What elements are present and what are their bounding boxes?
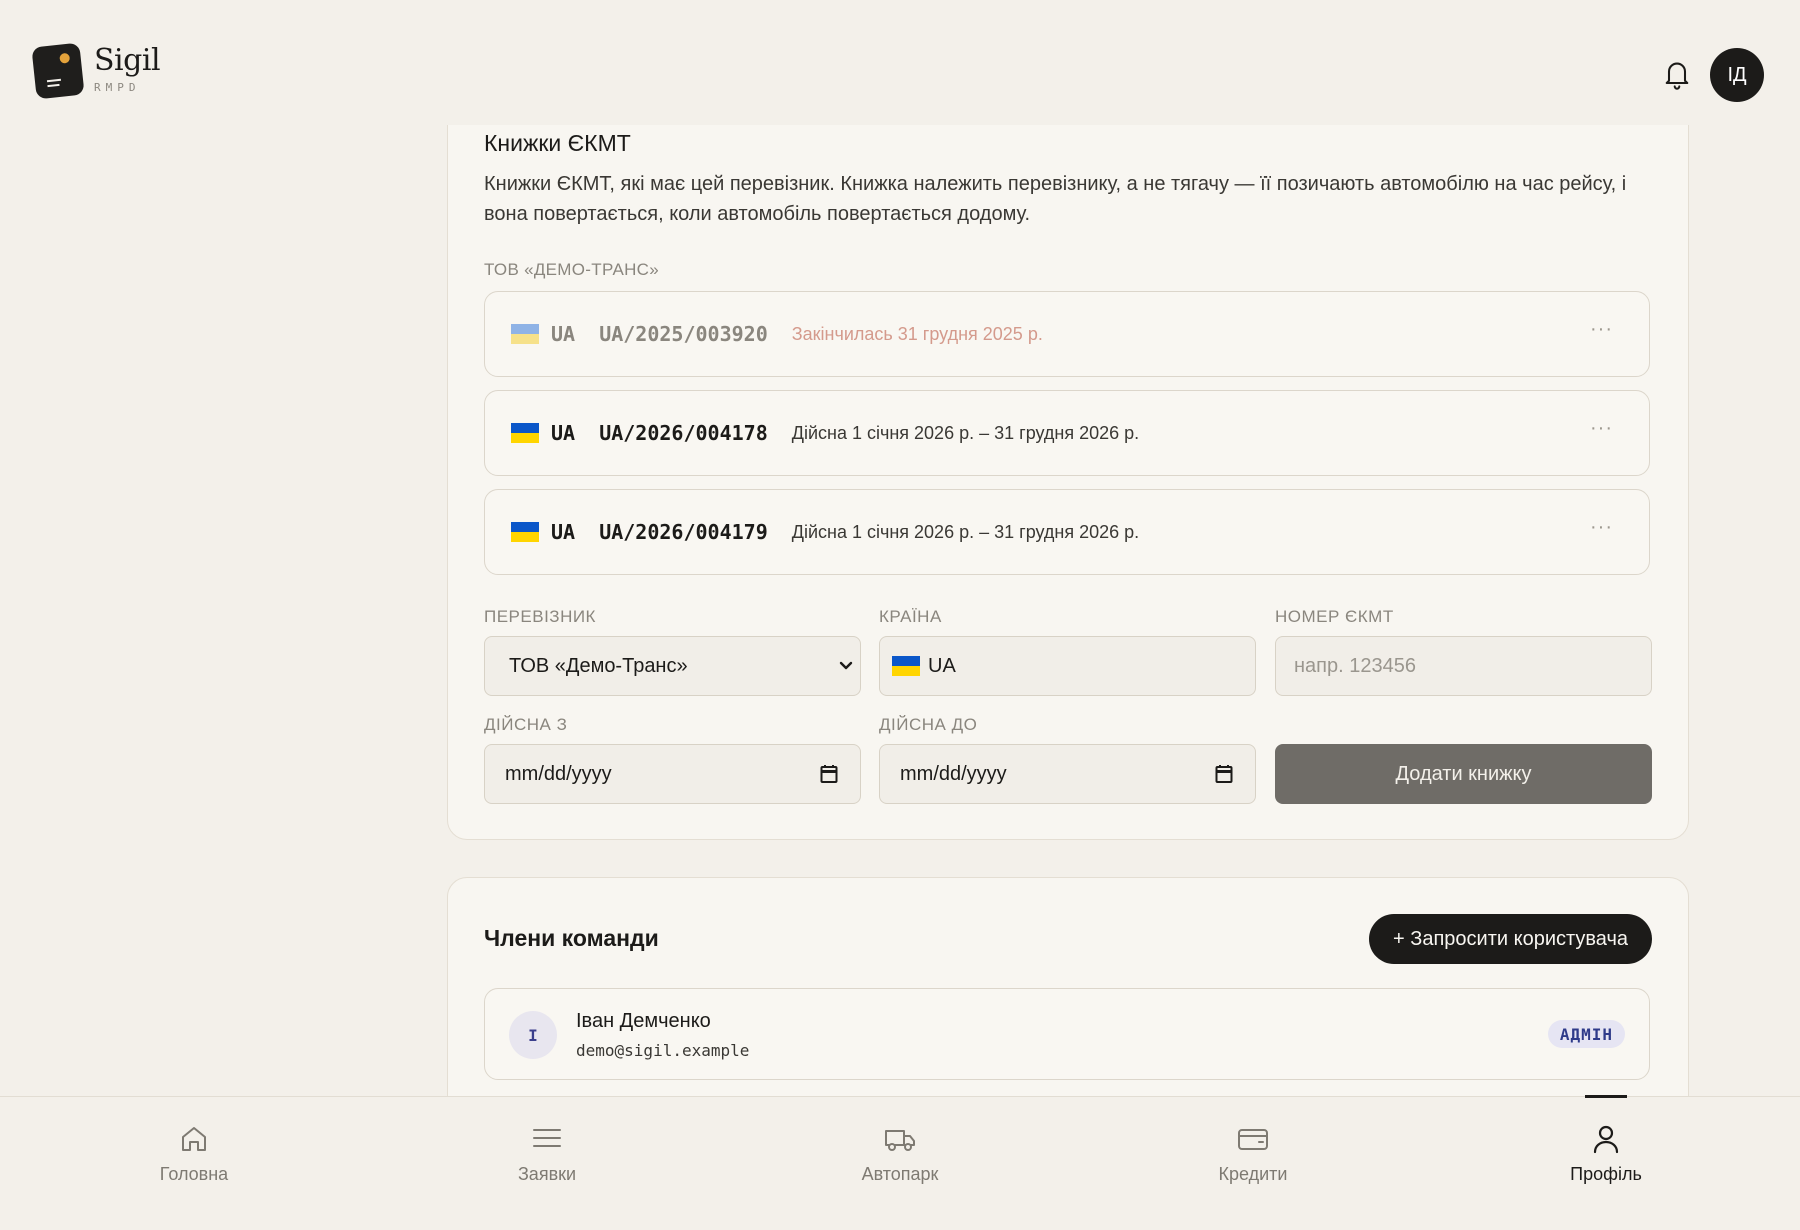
ukraine-flag-icon <box>511 522 539 542</box>
notification-bell-icon[interactable] <box>1663 59 1691 91</box>
valid-to-date-input[interactable]: mm/dd/yyyy <box>879 744 1256 804</box>
more-options-icon[interactable]: ··· <box>1590 318 1613 341</box>
more-options-icon[interactable]: ··· <box>1590 417 1613 440</box>
valid-to-field-label: ДІЙСНА ДО <box>879 715 978 734</box>
carrier-field-label: ПЕРЕВІЗНИК <box>484 607 596 626</box>
country-field-label: КРАЇНА <box>879 607 942 626</box>
top-header: Sigil RMPD ІД <box>0 0 1800 125</box>
ekmt-permits-card: Книжки ЄКМТ Книжки ЄКМТ, які має цей пер… <box>447 70 1689 840</box>
app-subtitle: RMPD <box>94 81 141 94</box>
nav-item-requests[interactable]: Заявки <box>447 1097 647 1230</box>
user-icon <box>1593 1125 1619 1154</box>
valid-from-field-label: ДІЙСНА З <box>484 715 568 734</box>
ekmt-section-title: Книжки ЄКМТ <box>484 130 631 156</box>
permit-row[interactable]: UA UA/2026/004178 Дійсна 1 січня 2026 р.… <box>484 390 1650 476</box>
user-avatar[interactable]: ІД <box>1710 48 1764 102</box>
permit-row[interactable]: UA UA/2025/003920 Закінчилась 31 грудня … <box>484 291 1650 377</box>
calendar-icon[interactable] <box>820 764 838 784</box>
permit-number: UA UA/2026/004179 <box>551 520 768 544</box>
add-permit-button[interactable]: Додати книжку <box>1275 744 1652 804</box>
team-section-title: Члени команди <box>484 925 659 951</box>
ekmt-number-field-label: НОМЕР ЄКМТ <box>1275 607 1394 626</box>
ukraine-flag-icon <box>511 423 539 443</box>
permit-status: Дійсна 1 січня 2026 р. – 31 грудня 2026 … <box>791 521 1140 542</box>
list-icon <box>533 1129 561 1147</box>
permit-status: Дійсна 1 січня 2026 р. – 31 грудня 2026 … <box>791 422 1140 443</box>
app-name: Sigil <box>94 43 161 78</box>
chevron-down-icon <box>839 661 853 670</box>
ukraine-flag-icon <box>511 324 539 344</box>
nav-item-profile[interactable]: Профіль <box>1506 1097 1706 1230</box>
invite-user-button[interactable]: + Запросити користувача <box>1369 914 1652 964</box>
member-email: demo@sigil.example <box>576 1041 750 1060</box>
nav-item-fleet[interactable]: Автопарк <box>800 1097 1000 1230</box>
more-options-icon[interactable]: ··· <box>1590 516 1613 539</box>
ekmt-description: Книжки ЄКМТ, які має цей перевізник. Кни… <box>484 173 1627 225</box>
home-icon <box>182 1127 206 1151</box>
team-member-row[interactable]: I Іван Демченко demo@sigil.example АДМІН <box>484 988 1650 1080</box>
nav-item-home[interactable]: Головна <box>94 1097 294 1230</box>
carrier-group-label: ТОВ «ДЕМО-ТРАНС» <box>484 260 659 279</box>
permit-status: Закінчилась 31 грудня 2025 р. <box>791 323 1043 344</box>
carrier-select[interactable]: ТОВ «Демо-Транс» <box>484 636 861 696</box>
logo-mark-icon <box>31 42 85 100</box>
role-badge: АДМІН <box>1547 1020 1625 1048</box>
app-logo[interactable]: Sigil RMPD <box>31 42 161 100</box>
permit-number: UA UA/2025/003920 <box>551 322 768 346</box>
calendar-icon[interactable] <box>1215 764 1233 784</box>
ukraine-flag-icon <box>892 656 920 676</box>
member-name: Іван Демченко <box>576 1010 711 1032</box>
ekmt-number-input[interactable]: напр. 123456 <box>1275 636 1652 696</box>
permit-number: UA UA/2026/004178 <box>551 421 768 445</box>
truck-icon <box>885 1130 915 1151</box>
nav-item-credits[interactable]: Кредити <box>1153 1097 1353 1230</box>
bottom-navigation: Головна Заявки Автопарк Кредити Профіль <box>0 1095 1800 1230</box>
permit-row[interactable]: UA UA/2026/004179 Дійсна 1 січня 2026 р.… <box>484 489 1650 575</box>
country-field[interactable]: UA <box>879 636 1256 696</box>
valid-from-date-input[interactable]: mm/dd/yyyy <box>484 744 861 804</box>
card-icon <box>1238 1129 1268 1150</box>
member-avatar: I <box>509 1011 557 1059</box>
